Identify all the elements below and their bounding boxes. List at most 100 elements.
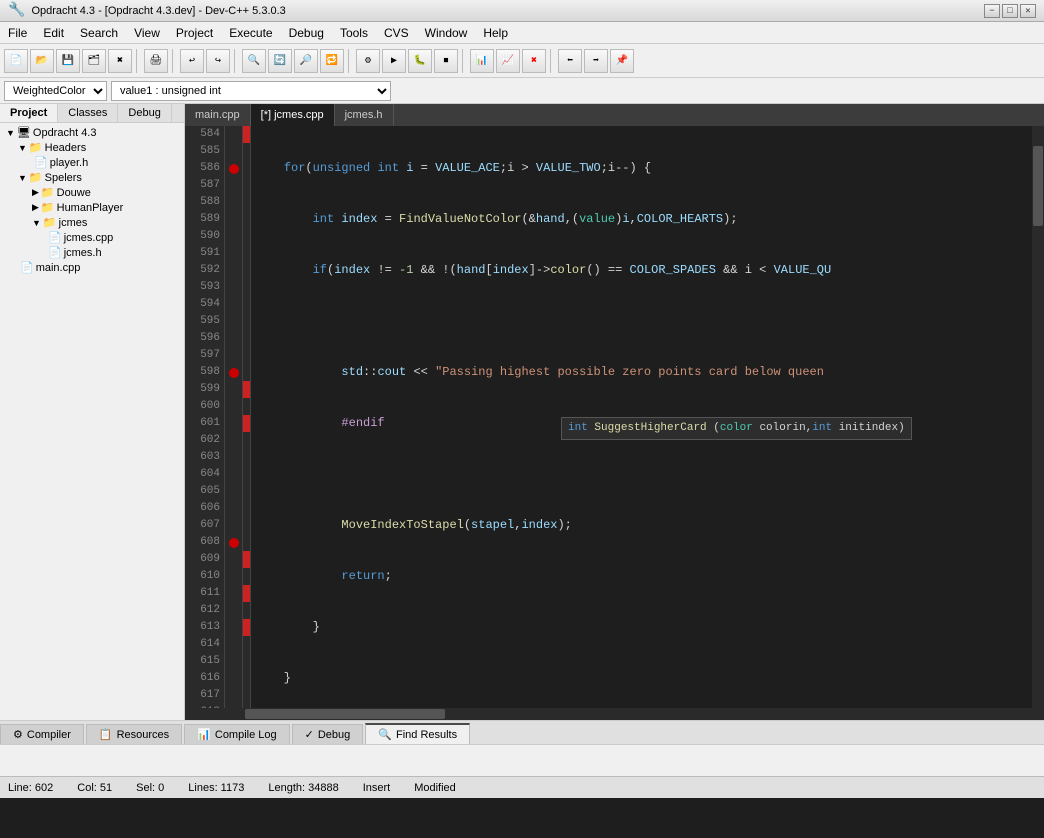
run-btn[interactable]: ▶ — [382, 49, 406, 73]
tab-jcmesh[interactable]: jcmes.h — [335, 104, 394, 126]
tree-douwe[interactable]: ▶ 📁 Douwe — [2, 185, 182, 200]
tab-maincpp[interactable]: main.cpp — [185, 104, 251, 126]
status-col: Col: 51 — [77, 782, 112, 794]
menu-bar: File Edit Search View Project Execute De… — [0, 22, 1044, 44]
find2-btn[interactable]: 🔎 — [294, 49, 318, 73]
findresults-label: Find Results — [396, 729, 457, 741]
maincpp-label: main.cpp — [36, 262, 81, 274]
status-modified: Modified — [414, 782, 456, 794]
resources-icon: 📋 — [99, 728, 113, 741]
tree-project[interactable]: ▼ 🖥 Opdracht 4.3 — [2, 125, 182, 140]
tab-findresults[interactable]: 🔍 Find Results — [365, 723, 470, 744]
tab-jcmescpp[interactable]: [*] jcmes.cpp — [251, 104, 335, 126]
compilelog-label: Compile Log — [215, 729, 277, 741]
bottom-panel — [0, 744, 1044, 776]
tree-spelers[interactable]: ▼ 📁 Spelers — [2, 170, 182, 185]
jcmescpp-label: jcmes.cpp — [64, 232, 114, 244]
save-all-btn[interactable]: 🗂 — [82, 49, 106, 73]
undo-btn[interactable]: ↩ — [180, 49, 204, 73]
menu-execute[interactable]: Execute — [221, 22, 280, 43]
douwe-label: Douwe — [57, 187, 91, 199]
autocomplete-popup: int SuggestHigherCard (color colorin,int… — [561, 417, 912, 440]
headers-label: Headers — [45, 142, 87, 154]
debug-label: Debug — [318, 729, 350, 741]
vertical-scrollbar[interactable] — [1032, 126, 1044, 708]
sep6 — [550, 49, 554, 73]
dropdown-bar: WeightedColor value1 : unsigned int — [0, 78, 1044, 104]
menu-cvs[interactable]: CVS — [376, 22, 417, 43]
editor-tabs: main.cpp [*] jcmes.cpp jcmes.h — [185, 104, 1044, 126]
code-editor[interactable]: for(unsigned int i = VALUE_ACE;i > VALUE… — [251, 126, 1032, 708]
compile-btn[interactable]: ⚙ — [356, 49, 380, 73]
tab-resources[interactable]: 📋 Resources — [86, 724, 182, 744]
menu-window[interactable]: Window — [417, 22, 476, 43]
bottom-tabs: ⚙ Compiler 📋 Resources 📊 Compile Log ✓ D… — [0, 720, 1044, 744]
bookmark3-btn[interactable]: 📌 — [610, 49, 634, 73]
line-numbers: 584 585 586 587 588 589 590 591 592 593 … — [185, 126, 225, 708]
debug-icon: ✓ — [305, 728, 314, 741]
status-lines: Lines: 1173 — [188, 782, 244, 794]
status-mode: Insert — [363, 782, 391, 794]
new-btn[interactable]: 📄 — [4, 49, 28, 73]
menu-view[interactable]: View — [126, 22, 168, 43]
compiler-label: Compiler — [27, 729, 71, 741]
tab-compiler[interactable]: ⚙ Compiler — [0, 724, 84, 744]
status-sel: Sel: 0 — [136, 782, 164, 794]
menu-file[interactable]: File — [0, 22, 35, 43]
humanplayer-label: HumanPlayer — [57, 202, 124, 214]
debug-btn[interactable]: 🐛 — [408, 49, 432, 73]
tree-humanplayer[interactable]: ▶ 📁 HumanPlayer — [2, 200, 182, 215]
bookmark-btn[interactable]: ⬅ — [558, 49, 582, 73]
red-marker-column — [243, 126, 251, 708]
save-btn[interactable]: 💾 — [56, 49, 80, 73]
bookmark2-btn[interactable]: ➡ — [584, 49, 608, 73]
tab-project[interactable]: Project — [0, 104, 58, 122]
findresults-icon: 🔍 — [378, 728, 392, 741]
profile-btn[interactable]: 📊 — [470, 49, 494, 73]
menu-edit[interactable]: Edit — [35, 22, 72, 43]
resources-label: Resources — [117, 729, 170, 741]
find-btn[interactable]: 🔍 — [242, 49, 266, 73]
close-btn[interactable]: ✖ — [108, 49, 132, 73]
replace-btn[interactable]: 🔄 — [268, 49, 292, 73]
tree-headers[interactable]: ▼ 📁 Headers — [2, 140, 182, 155]
project-toggle[interactable]: ▼ — [6, 128, 15, 138]
tab-classes[interactable]: Classes — [58, 104, 118, 122]
spelers-label: Spelers — [45, 172, 82, 184]
open-btn[interactable]: 📂 — [30, 49, 54, 73]
print-btn[interactable]: 🖨 — [144, 49, 168, 73]
tree-jcmescpp[interactable]: 📄 jcmes.cpp — [2, 230, 182, 245]
horizontal-scrollbar[interactable] — [185, 708, 1044, 720]
maximize-button[interactable]: □ — [1002, 4, 1018, 18]
project-tree: ▼ 🖥 Opdracht 4.3 ▼ 📁 Headers 📄 player.h … — [0, 123, 184, 277]
close-button[interactable]: ✕ — [1020, 4, 1036, 18]
tab-compilelog[interactable]: 📊 Compile Log — [184, 724, 289, 744]
playerh-label: player.h — [50, 157, 89, 169]
tree-jcmesh[interactable]: 📄 jcmes.h — [2, 245, 182, 260]
replace2-btn[interactable]: 🔁 — [320, 49, 344, 73]
chart-btn[interactable]: 📈 — [496, 49, 520, 73]
tree-maincpp[interactable]: 📄 main.cpp — [2, 260, 182, 275]
menu-project[interactable]: Project — [168, 22, 221, 43]
tab-debug[interactable]: ✓ Debug — [292, 724, 364, 744]
minimize-button[interactable]: − — [984, 4, 1000, 18]
menu-help[interactable]: Help — [475, 22, 516, 43]
status-length: Length: 34888 — [268, 782, 338, 794]
class-dropdown[interactable]: WeightedColor — [4, 81, 107, 101]
member-dropdown[interactable]: value1 : unsigned int — [111, 81, 391, 101]
stop-btn[interactable]: ⏹ — [434, 49, 458, 73]
sep5 — [462, 49, 466, 73]
status-bar: Line: 602 Col: 51 Sel: 0 Lines: 1173 Len… — [0, 776, 1044, 798]
editor-area: main.cpp [*] jcmes.cpp jcmes.h 584 585 5… — [185, 104, 1044, 720]
menu-search[interactable]: Search — [72, 22, 126, 43]
tree-jcmes[interactable]: ▼ 📁 jcmes — [2, 215, 182, 230]
tree-playerh[interactable]: 📄 player.h — [2, 155, 182, 170]
redo-btn[interactable]: ↪ — [206, 49, 230, 73]
tab-debug[interactable]: Debug — [118, 104, 171, 122]
sidebar-tabs: Project Classes Debug — [0, 104, 184, 123]
code-container: 584 585 586 587 588 589 590 591 592 593 … — [185, 126, 1044, 708]
menu-debug[interactable]: Debug — [281, 22, 332, 43]
menu-tools[interactable]: Tools — [332, 22, 376, 43]
status-line: Line: 602 — [8, 782, 53, 794]
error-btn[interactable]: ✖ — [522, 49, 546, 73]
